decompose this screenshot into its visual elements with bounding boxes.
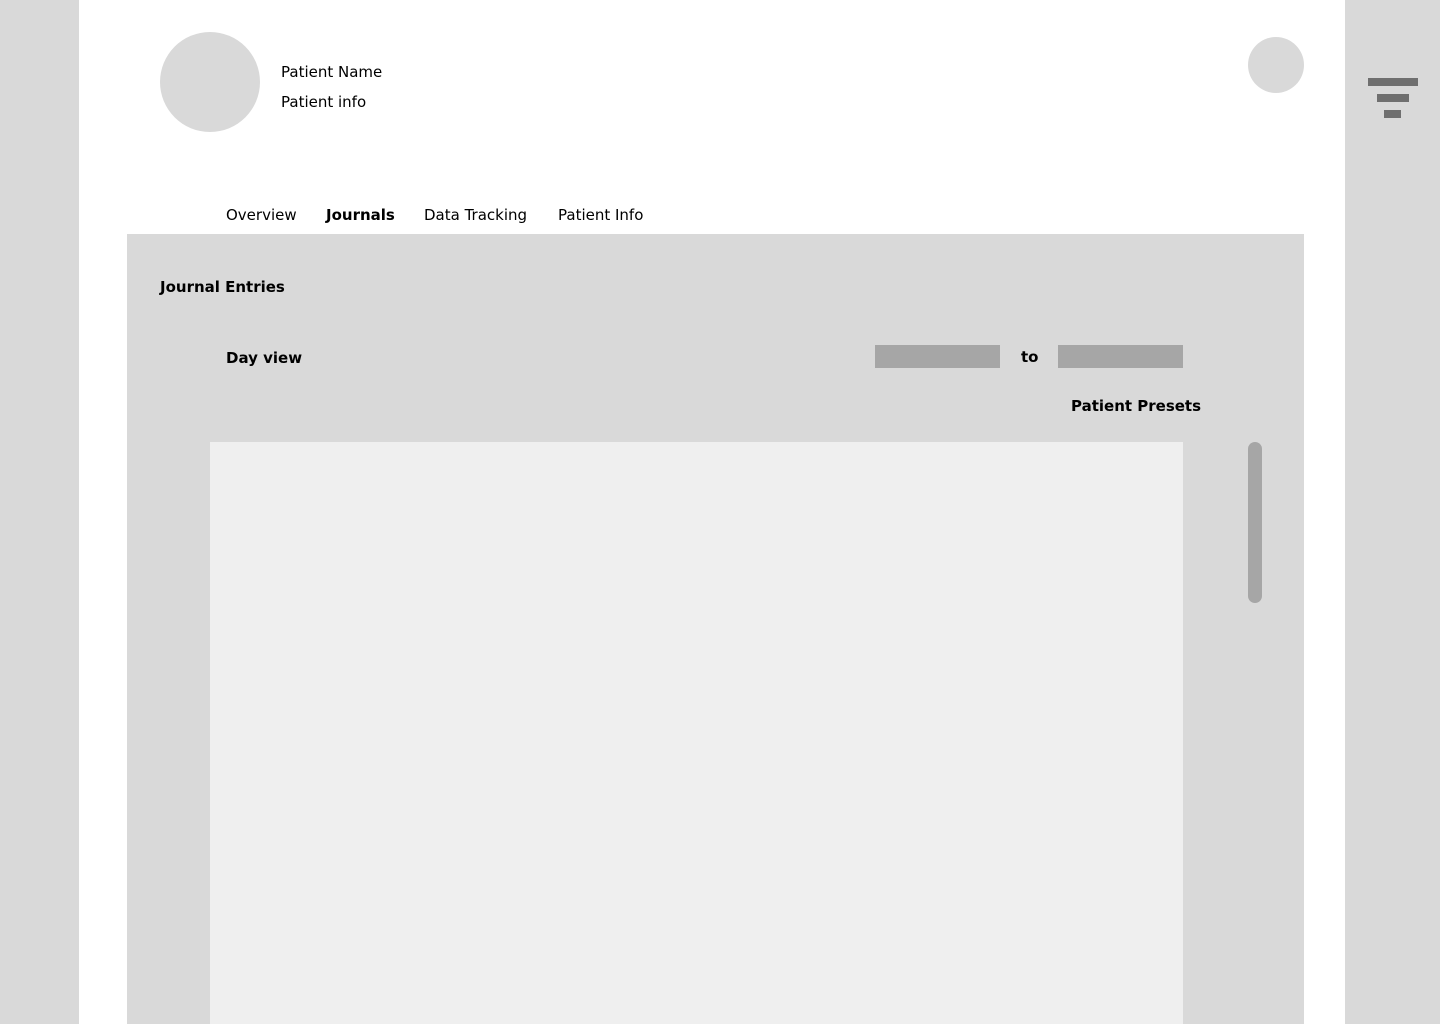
date-to-input[interactable] bbox=[1058, 345, 1183, 368]
filter-icon[interactable] bbox=[1368, 78, 1418, 118]
patient-name: Patient Name bbox=[281, 63, 383, 81]
filter-icon-bar-top bbox=[1368, 78, 1418, 86]
filter-icon-bar-middle bbox=[1377, 94, 1409, 102]
patient-presets-button[interactable]: Patient Presets bbox=[1071, 396, 1201, 416]
journal-entries-heading: Journal Entries bbox=[160, 278, 285, 296]
tab-data-tracking[interactable]: Data Tracking bbox=[424, 205, 527, 225]
patient-info: Patient info bbox=[281, 93, 367, 111]
entries-scrollbar[interactable] bbox=[1248, 442, 1262, 603]
date-range-separator: to bbox=[1021, 348, 1039, 366]
filter-icon-bar-bottom bbox=[1384, 110, 1401, 118]
user-avatar-button[interactable] bbox=[1248, 37, 1304, 93]
date-from-input[interactable] bbox=[875, 345, 1000, 368]
tab-overview[interactable]: Overview bbox=[226, 205, 297, 225]
tab-patient-info[interactable]: Patient Info bbox=[558, 205, 643, 225]
patient-avatar bbox=[160, 32, 260, 132]
journal-entries-list[interactable] bbox=[210, 442, 1183, 1024]
day-view-toggle[interactable]: Day view bbox=[226, 348, 302, 368]
tab-journals[interactable]: Journals bbox=[326, 205, 395, 225]
